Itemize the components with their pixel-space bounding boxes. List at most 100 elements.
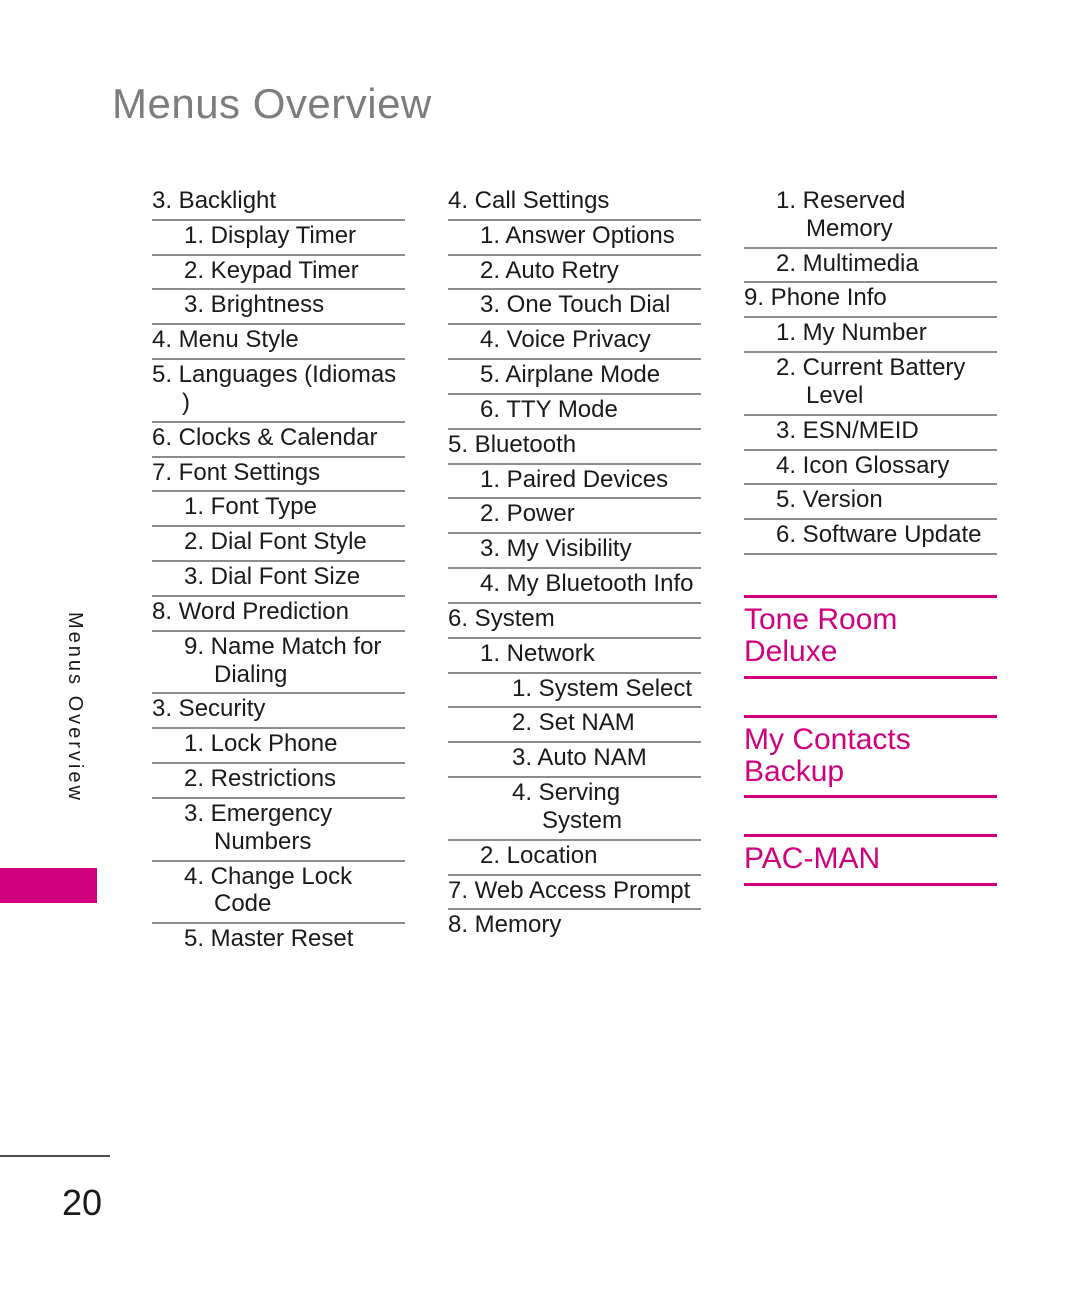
menu-item: 6. Software Update (744, 520, 997, 556)
menu-item-label: 1. Reserved Memory (776, 187, 906, 242)
menu-item: 4. Icon Glossary (744, 451, 997, 486)
menu-item-label: 1. Font Type (184, 493, 317, 521)
menu-item: 1. Answer Options (448, 221, 701, 256)
menu-item-label: 2. Power (480, 500, 575, 528)
menu-item: 6. TTY Mode (448, 395, 701, 430)
menu-column-3: 1. Reserved Memory 2. Multimedia 9. Phone … (744, 186, 997, 887)
menu-item-label: 2. Current Battery Level (776, 354, 966, 409)
menu-item-label: 9. Name Match for Dialing (184, 632, 382, 688)
menu-item-label: 6. TTY Mode (480, 395, 618, 423)
feature-block-label: Tone Room Deluxe (744, 603, 898, 668)
menu-item-label: 3. Security (152, 695, 266, 723)
feature-block-label: PAC-MAN (744, 842, 881, 876)
page-title: Menus Overview (112, 80, 432, 127)
menu-item-label: 2. Set NAM (512, 709, 635, 737)
menu-item-label: 8. Memory (448, 911, 562, 939)
menu-item: 5. Bluetooth (448, 430, 701, 465)
menu-item: 5. Version (744, 485, 997, 521)
menu-item-label: 1. System Select (512, 674, 693, 702)
menu-item-label: 4. Menu Style (152, 326, 299, 354)
menu-item-label: 2. Multimedia (776, 249, 919, 277)
menu-item-label: 2. Dial Font Style (184, 528, 367, 556)
menu-item: 3. Brightness (152, 290, 405, 326)
menu-item-label: 4. My Bluetooth Info (480, 570, 694, 598)
menu-item: 4. Serving System (448, 778, 701, 841)
menu-item-label: 4. Change Lock Code (184, 862, 353, 918)
menu-item: 3. My Visibility (448, 534, 701, 570)
menu-item-label: 3. Emergency Numbers (184, 799, 333, 855)
menu-item: 1. Reserved Memory (744, 186, 997, 249)
menu-item: 2. Location (448, 841, 701, 876)
menu-item-label: 3. ESN/MEID (776, 416, 919, 444)
menu-item: 4. Call Settings (448, 186, 701, 221)
menu-item-label: 6. System (448, 604, 555, 632)
feature-block-label: My Contacts Backup (744, 722, 911, 788)
page-number: 20 (62, 1182, 103, 1223)
menu-item: 5. Airplane Mode (448, 360, 701, 395)
menu-item: 1. Display Timer (152, 221, 405, 256)
menu-item-label: 3. My Visibility (480, 535, 632, 563)
menu-item: 7. Font Settings (152, 458, 405, 493)
menu-item: 8. Word Prediction (152, 597, 405, 632)
menu-item-label: 1. Display Timer (184, 221, 357, 249)
feature-block: My Contacts Backup (744, 714, 997, 799)
sidebar-vertical-label: Menus Overview (64, 612, 86, 803)
menu-item: 3. Auto NAM (448, 743, 701, 779)
menu-item-label: 5. Airplane Mode (480, 361, 661, 389)
menu-item-label: 2. Auto Retry (480, 256, 619, 284)
menu-item-label: 6. Clocks & Calendar (152, 423, 378, 451)
sidebar-section-tab (0, 868, 97, 903)
menu-item: 1. Network (448, 639, 701, 674)
menu-item: 9. Phone Info (744, 283, 997, 319)
menu-item-label: 6. Software Update (776, 521, 982, 549)
menu-item-label: 4. Serving System (512, 779, 623, 834)
menu-item: 1. Paired Devices (448, 465, 701, 500)
menu-item: 2. Current Battery Level (744, 353, 997, 416)
menu-item: 8. Memory (448, 910, 701, 943)
menu-item: 2. Set NAM (448, 708, 701, 744)
menu-item-label: 2. Restrictions (184, 765, 337, 793)
menu-item: 6. System (448, 604, 701, 639)
menu-column-2: 4. Call Settings 1. Answer Options 2. Auto… (448, 186, 701, 943)
menu-item-label: 4. Call Settings (448, 187, 610, 214)
menu-item-label: 3. One Touch Dial (480, 291, 671, 319)
menu-item: 3. ESN/MEID (744, 416, 997, 451)
feature-block: Tone Room Deluxe (744, 595, 997, 679)
menu-item: 3. Security (152, 694, 405, 730)
menu-item: 2. Power (448, 499, 701, 535)
menu-item-label: 2. Keypad Timer (184, 256, 359, 284)
menu-item: 9. Name Match for Dialing (152, 632, 405, 695)
menu-column-1: 3. Backlight 1. Display Timer 2. Keypad Ti… (152, 186, 405, 957)
menu-item-label: 7. Font Settings (152, 458, 321, 486)
menu-item-label: 2. Location (480, 841, 598, 869)
menu-item: 3. Dial Font Size (152, 562, 405, 597)
menu-item: 2. Dial Font Style (152, 527, 405, 563)
menu-item: 2. Keypad Timer (152, 256, 405, 291)
menu-item: 1. Font Type (152, 492, 405, 528)
menu-item: 1. Lock Phone (152, 729, 405, 765)
menu-item-label: 4. Voice Privacy (480, 326, 651, 354)
menu-item: 2. Auto Retry (448, 256, 701, 291)
menu-item: 1. System Select (448, 674, 701, 709)
menu-item: 4. My Bluetooth Info (448, 569, 701, 604)
menu-item-label: 5. Languages (Idiomas ) (152, 361, 397, 416)
menu-item: 3. One Touch Dial (448, 290, 701, 326)
menu-item-label: 5. Master Reset (184, 925, 354, 953)
menu-item: 5. Master Reset (152, 924, 405, 957)
menu-item-label: 3. Backlight (152, 187, 277, 214)
menu-item: 1. My Number (744, 318, 997, 354)
menu-item: 6. Clocks & Calendar (152, 423, 405, 458)
menu-item-label: 8. Word Prediction (152, 597, 349, 625)
menu-item-label: 1. Answer Options (480, 221, 675, 249)
menu-item: 5. Languages (Idiomas ) (152, 360, 405, 423)
menu-item-label: 5. Version (776, 486, 883, 514)
menu-item: 3. Backlight (152, 186, 405, 221)
menu-item: 4. Change Lock Code (152, 862, 405, 925)
menu-item-label: 4. Icon Glossary (776, 451, 950, 479)
menu-item-label: 1. Network (480, 639, 595, 667)
menu-item: 3. Emergency Numbers (152, 799, 405, 862)
menu-item-label: 3. Auto NAM (512, 744, 647, 772)
menu-item-label: 1. Lock Phone (184, 730, 338, 758)
menu-item: 4. Menu Style (152, 325, 405, 361)
menu-item-label: 3. Dial Font Size (184, 563, 361, 591)
